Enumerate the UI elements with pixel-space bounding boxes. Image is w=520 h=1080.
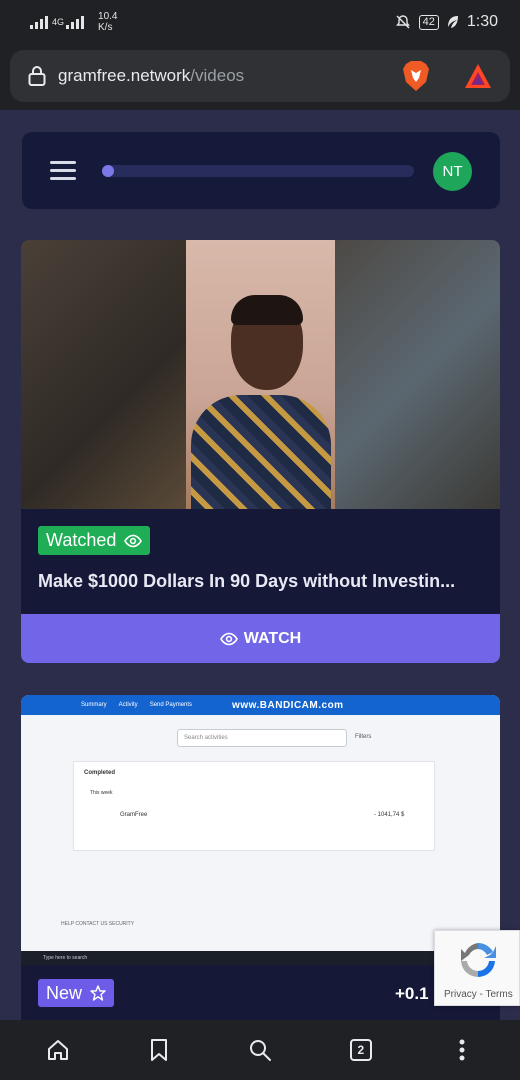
- video-card: Watched Make $1000 Dollars In 90 Days wi…: [21, 240, 500, 663]
- speed-unit: K/s: [98, 22, 113, 33]
- thumbnail-portrait: [186, 240, 335, 509]
- video-thumbnail[interactable]: [21, 240, 500, 509]
- screenshot-section: Completed: [84, 770, 116, 776]
- screenshot-taskbar: Type here to search: [21, 951, 500, 965]
- speed-value: 10.4: [98, 11, 118, 22]
- battery-indicator: 42: [418, 14, 439, 30]
- recaptcha-badge[interactable]: Privacy - Terms: [434, 930, 520, 1006]
- url-path: /videos: [190, 66, 245, 85]
- browser-toolbar: gramfree.network/videos: [0, 44, 520, 110]
- eye-icon: [124, 534, 143, 547]
- bat-rewards-icon[interactable]: [464, 63, 492, 89]
- watermark: www.BANDICAM.com: [232, 699, 344, 711]
- clock: 1:30: [466, 13, 498, 30]
- url-text[interactable]: gramfree.network/videos: [58, 66, 244, 86]
- card-body: Watched Make $1000 Dollars In 90 Days wi…: [21, 509, 500, 592]
- search-icon: [249, 1040, 271, 1061]
- person-hair: [231, 295, 303, 325]
- recaptcha-icon: [461, 943, 496, 977]
- screenshot-footer: HELP CONTACT US SECURITY: [61, 921, 135, 927]
- page-content: NT Watched Make $1000 Dollars In 90 Days…: [0, 110, 520, 1020]
- screenshot-header: Summary Activity Send Payments www.BANDI…: [21, 695, 500, 715]
- screenshot-filters: Filters: [355, 734, 372, 740]
- watch-button[interactable]: WATCH: [21, 614, 500, 663]
- leaf-icon: [447, 16, 458, 28]
- screenshot-amount: - 1041,74 $: [374, 812, 405, 818]
- network-speed: 10.4 K/s: [98, 11, 117, 33]
- video-card: Summary Activity Send Payments www.BANDI…: [21, 695, 500, 1020]
- signal-2-icon: [66, 15, 85, 29]
- screenshot-panel: Completed This week GramFree - 1041,74 $: [73, 761, 435, 851]
- screenshot-menu-item: Activity: [118, 702, 138, 708]
- top-navigation: NT: [22, 132, 500, 209]
- card-footer: New +0.1: [21, 965, 500, 1011]
- person-shirt: [191, 395, 331, 509]
- screenshot-search: Search activities: [177, 729, 347, 747]
- video-thumbnail[interactable]: Summary Activity Send Payments www.BANDI…: [21, 695, 500, 965]
- status-badge: Watched: [38, 526, 151, 555]
- progress-fill: [102, 165, 115, 177]
- browser-bottom-bar: 2: [0, 1020, 520, 1080]
- search-button[interactable]: [238, 1028, 282, 1072]
- screenshot-filter-row: Search activities Filters: [73, 729, 473, 751]
- screenshot-merchant: GramFree: [120, 812, 148, 818]
- star-icon: [90, 985, 106, 1001]
- lock-icon[interactable]: [28, 65, 46, 87]
- menu-icon[interactable]: [50, 161, 76, 181]
- screenshot-menu-item: Send Payments: [149, 702, 193, 708]
- video-title[interactable]: Make $1000 Dollars In 90 Days without In…: [38, 571, 483, 592]
- notifications-off-icon: [395, 15, 410, 29]
- address-bar[interactable]: gramfree.network/videos: [10, 50, 510, 102]
- status-badge: New: [38, 979, 115, 1007]
- thumbnail-blur-right: [335, 240, 500, 509]
- more-icon: [459, 1039, 465, 1061]
- tabs-button[interactable]: 2: [339, 1028, 383, 1072]
- thumbnail-blur-left: [21, 240, 186, 509]
- screenshot-menu-item: Summary: [81, 702, 107, 708]
- signal-icon: [30, 15, 48, 29]
- home-icon: [48, 1040, 69, 1060]
- avatar[interactable]: NT: [433, 152, 472, 191]
- more-button[interactable]: [440, 1028, 484, 1072]
- watch-button-label: WATCH: [243, 629, 302, 647]
- home-button[interactable]: [36, 1028, 80, 1072]
- status-badge-label: New: [46, 982, 83, 1003]
- bookmark-button[interactable]: [137, 1028, 181, 1072]
- screenshot-period: This week: [90, 790, 113, 796]
- network-type: 4G: [52, 16, 65, 27]
- tabs-icon: 2: [349, 1039, 372, 1061]
- bookmark-icon: [151, 1039, 168, 1061]
- progress-bar: [102, 165, 414, 177]
- status-bar: 4G 10.4 K/s 42 1:30: [0, 0, 520, 44]
- url-host: gramfree.network: [58, 66, 191, 85]
- status-badge-label: Watched: [46, 530, 117, 550]
- brave-lion-icon[interactable]: [402, 60, 430, 92]
- recaptcha-links[interactable]: Privacy - Terms: [444, 989, 513, 1000]
- eye-icon: [219, 632, 238, 645]
- reward-amount: +0.1: [395, 984, 429, 1003]
